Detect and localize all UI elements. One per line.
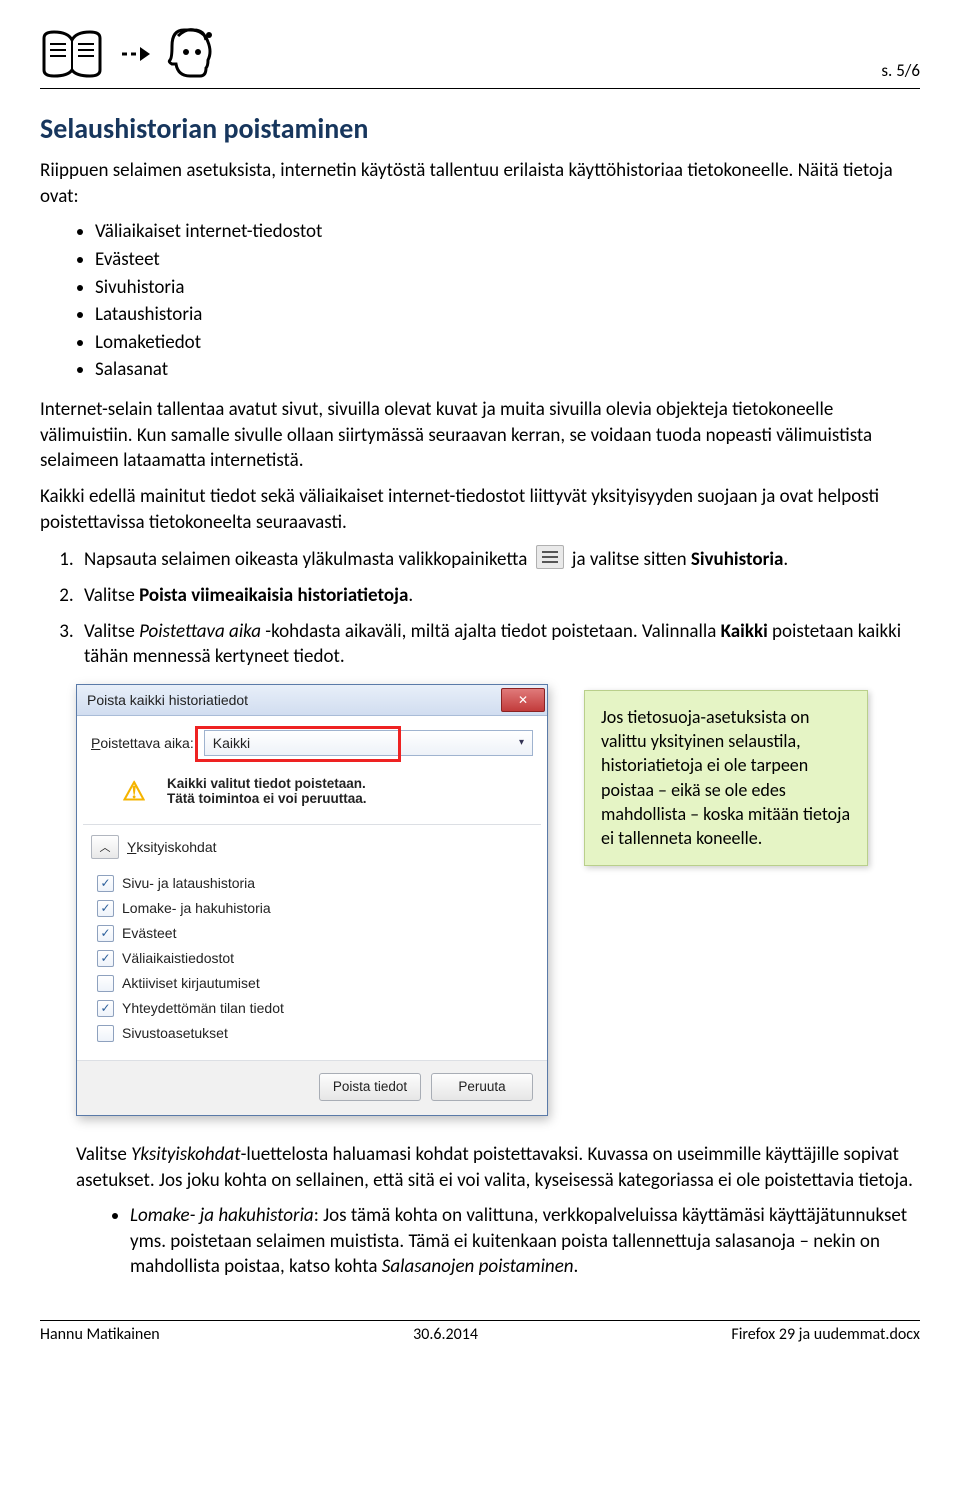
check-label: Aktiiviset kirjautumiset [122, 975, 260, 991]
check-label: Sivustoasetukset [122, 1025, 228, 1041]
hamburger-menu-icon [536, 545, 564, 569]
bullet-italic: Lomake- ja hakuhistoria [130, 1204, 314, 1227]
step-2: Valitse Poista viimeaikaisia historiatie… [78, 583, 920, 609]
dropdown-value: Kaikki [213, 735, 250, 751]
footer-date: 30.6.2014 [413, 1325, 478, 1344]
details-label: Yksityiskohdat [127, 839, 217, 855]
checkbox[interactable]: ✓ [97, 900, 114, 917]
step-text: . [408, 584, 413, 607]
confirm-button[interactable]: Poista tiedot [319, 1073, 421, 1101]
check-label: Evästeet [122, 925, 176, 941]
arrow-icon [120, 44, 152, 64]
checkbox[interactable] [97, 975, 114, 992]
step-bold: Poista viimeaikaisia historiatietoja [139, 584, 408, 607]
paragraph-cache: Internet-selain tallentaa avatut sivut, … [40, 397, 920, 474]
checkbox[interactable] [97, 1025, 114, 1042]
sub-bullet: Lomake- ja hakuhistoria: Jos tämä kohta … [130, 1203, 920, 1280]
check-label: Väliaikaistiedostot [122, 950, 234, 966]
page-header: s. 5/6 [40, 22, 920, 86]
paragraph-privacy: Kaikki edellä mainitut tiedot sekä välia… [40, 484, 920, 535]
step-text: Napsauta selaimen oikeasta yläkulmasta v… [84, 548, 527, 571]
check-label: Yhteydettömän tilan tiedot [122, 1000, 284, 1016]
bullet-text: . [574, 1255, 579, 1278]
warning-text: Kaikki valitut tiedot poistetaan. Tätä t… [167, 776, 367, 806]
dialog-titlebar: Poista kaikki historiatiedot ✕ [77, 685, 547, 716]
checkbox[interactable]: ✓ [97, 950, 114, 967]
page-number: s. 5/6 [881, 60, 920, 81]
dialog-row: Poista kaikki historiatiedot ✕ PPoistett… [40, 684, 920, 1116]
intro-paragraph: Riippuen selaimen asetuksista, interneti… [40, 158, 920, 209]
details-toggle-button[interactable]: ︿ [91, 835, 119, 859]
step-text: -kohdasta aikaväli, miltä ajalta tiedot … [261, 620, 721, 643]
close-button[interactable]: ✕ [501, 688, 545, 712]
list-item: Salasanat [95, 357, 920, 383]
after-dialog-paragraph: Valitse Yksityiskohdat-luettelosta halua… [76, 1142, 920, 1193]
list-item: Lomaketiedot [95, 330, 920, 356]
checkbox[interactable]: ✓ [97, 1000, 114, 1017]
tip-note-box: Jos tietosuoja-asetuksista on valittu yk… [584, 690, 868, 866]
list-item: Evästeet [95, 247, 920, 273]
book-icon [40, 26, 108, 82]
section-heading: Selaushistorian poistaminen [40, 111, 920, 146]
head-icon [164, 22, 224, 86]
footer-divider [40, 1320, 920, 1321]
cancel-button[interactable]: Peruuta [431, 1073, 533, 1101]
list-item: Sivuhistoria [95, 275, 920, 301]
check-label: Sivu- ja lataushistoria [122, 875, 255, 891]
time-range-label: PPoistettava aika:oistettava aika: [91, 735, 194, 751]
clear-history-dialog: Poista kaikki historiatiedot ✕ PPoistett… [76, 684, 548, 1116]
data-types-list: Väliaikaiset internet-tiedostot Evästeet… [40, 219, 920, 383]
header-divider [40, 88, 920, 89]
step-1: Napsauta selaimen oikeasta yläkulmasta v… [78, 545, 920, 573]
checkbox[interactable]: ✓ [97, 875, 114, 892]
step-text: Valitse [84, 584, 139, 607]
footer-author: Hannu Matikainen [40, 1325, 160, 1344]
step-bold: Kaikki [721, 620, 768, 643]
chevron-down-icon: ▾ [519, 737, 524, 748]
list-item: Lataushistoria [95, 302, 920, 328]
details-checklist: ✓ Sivu- ja lataushistoria ✓ Lomake- ja hak… [77, 869, 547, 1060]
bullet-italic: Salasanojen poistaminen [382, 1255, 574, 1278]
step-italic: Poistettava aika [139, 620, 261, 643]
header-icons [40, 22, 224, 86]
step-text: Valitse [84, 620, 139, 643]
page-footer: Hannu Matikainen 30.6.2014 Firefox 29 ja… [40, 1325, 920, 1364]
steps-list: Napsauta selaimen oikeasta yläkulmasta v… [40, 545, 920, 670]
checkbox[interactable]: ✓ [97, 925, 114, 942]
check-label: Lomake- ja hakuhistoria [122, 900, 271, 916]
footer-filename: Firefox 29 ja uudemmat.docx [731, 1325, 920, 1344]
step-bold: Sivuhistoria [691, 548, 783, 571]
step-text: . [783, 548, 788, 571]
step-text: ja valitse sitten [572, 548, 691, 571]
dialog-title: Poista kaikki historiatiedot [87, 692, 248, 708]
time-range-dropdown[interactable]: Kaikki ▾ [204, 730, 533, 756]
warning-icon: ⚠ [119, 776, 149, 804]
step-3: Valitse Poistettava aika -kohdasta aikav… [78, 619, 920, 670]
list-item: Väliaikaiset internet-tiedostot [95, 219, 920, 245]
